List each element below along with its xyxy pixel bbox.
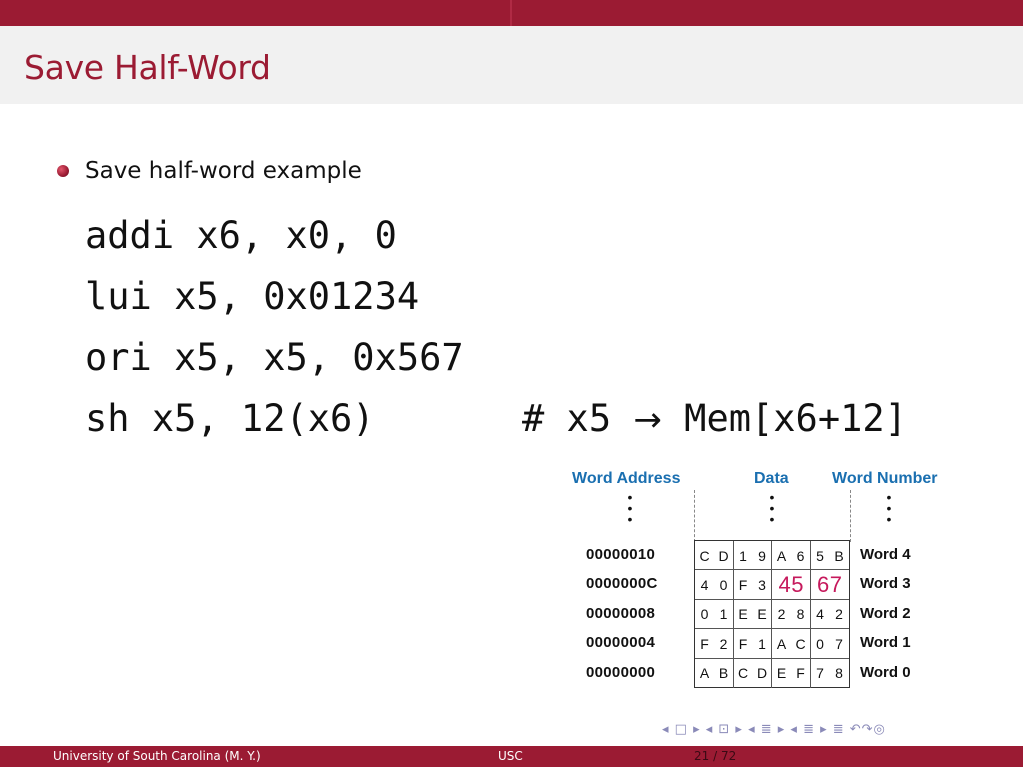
header-data: Data [754, 470, 789, 487]
byte-cell: 40 [695, 570, 734, 600]
byte-cell: AC [772, 629, 811, 659]
comment-prefix: # x5 [522, 397, 634, 440]
top-bar [0, 0, 1023, 26]
byte-cell: 01 [695, 599, 734, 630]
label-word-0: Word 0 [860, 664, 911, 681]
memory-row: AB CD EF 78 [695, 658, 849, 688]
dashed-right-edge [850, 490, 851, 542]
byte-cell: 28 [772, 599, 811, 630]
label-word-1: Word 1 [860, 634, 911, 651]
byte-cell: 42 [816, 606, 843, 623]
memory-row: 01 EE 28 42 [695, 599, 849, 630]
byte-cell: F3 [734, 570, 772, 600]
byte-cell: CD [734, 658, 772, 688]
byte-cell: F2 [695, 629, 734, 659]
byte-cell-highlighted: 45 [772, 570, 811, 600]
header-word-address: Word Address [572, 470, 681, 487]
dashed-left-edge [694, 490, 695, 542]
byte-cell: CD [695, 541, 734, 571]
footer-institution: University of South Carolina (M. Y.) [53, 749, 261, 763]
byte-cell: EF [772, 658, 811, 688]
slide-title: Save Half-Word [24, 48, 271, 87]
label-word-4: Word 4 [860, 546, 911, 563]
code-block: addi x6, x0, 0 lui x5, 0x01234 ori x5, x… [85, 205, 907, 449]
memory-grid: CD 19 A6 5B 40 F3 45 67 01 EE 28 42 F2 F… [694, 540, 850, 688]
byte-cell: 19 [734, 541, 772, 571]
memory-diagram: Word Address Data Word Number • • • • • • • •… [566, 470, 956, 695]
code-line-3: ori x5, x5, 0x567 [85, 336, 464, 379]
byte-cell: 07 [816, 635, 843, 652]
bullet-item: Save half-word example [57, 157, 362, 185]
top-bar-divider [510, 0, 512, 26]
ellipsis-address: • • • [627, 489, 633, 527]
ellipsis-word: • • • [886, 489, 892, 527]
byte-cell: AB [695, 658, 734, 688]
byte-cell: EE [734, 599, 772, 630]
byte-cell-highlighted: 67 [817, 572, 843, 598]
code-line-4-text: sh x5, 12(x6) [85, 397, 375, 440]
address-word-2: 00000008 [586, 605, 656, 622]
address-word-1: 00000004 [586, 634, 656, 651]
byte-cell: A6 [772, 541, 811, 571]
label-word-3: Word 3 [860, 575, 911, 592]
code-line-1: addi x6, x0, 0 [85, 214, 397, 257]
comment-suffix: Mem[x6+12] [661, 397, 907, 440]
code-line-4: sh x5, 12(x6) # x5 → Mem[x6+12] [85, 388, 907, 449]
byte-cell: 5B [816, 547, 844, 564]
code-line-2: lui x5, 0x01234 [85, 275, 420, 318]
address-word-0: 00000000 [586, 664, 656, 681]
title-bar: Save Half-Word [0, 26, 1023, 104]
footer-page-number: 21 / 72 [694, 749, 737, 763]
label-word-2: Word 2 [860, 605, 911, 622]
bullet-text: Save half-word example [85, 158, 362, 184]
slide-navigation-icons[interactable]: ◂ □ ▸ ◂ ⊡ ▸ ◂ ≣ ▸ ◂ ≣ ▸ ≣ ↶↷◎ [662, 722, 886, 737]
memory-row: 40 F3 45 67 [695, 570, 849, 600]
memory-row: F2 F1 AC 07 [695, 629, 849, 659]
address-word-4: 00000010 [586, 546, 656, 563]
footer-bar: University of South Carolina (M. Y.) USC… [0, 746, 1023, 767]
byte-cell: F1 [734, 629, 772, 659]
header-word-number: Word Number [832, 470, 938, 487]
bullet-icon [57, 165, 69, 177]
ellipsis-data: • • • [769, 489, 775, 527]
code-comment: # x5 → Mem[x6+12] [522, 388, 907, 451]
right-arrow-icon: → [633, 400, 662, 440]
byte-cell: 78 [816, 665, 843, 682]
memory-row: CD 19 A6 5B [695, 541, 849, 571]
footer-short-title: USC [498, 749, 523, 763]
address-word-3: 0000000C [586, 575, 658, 592]
